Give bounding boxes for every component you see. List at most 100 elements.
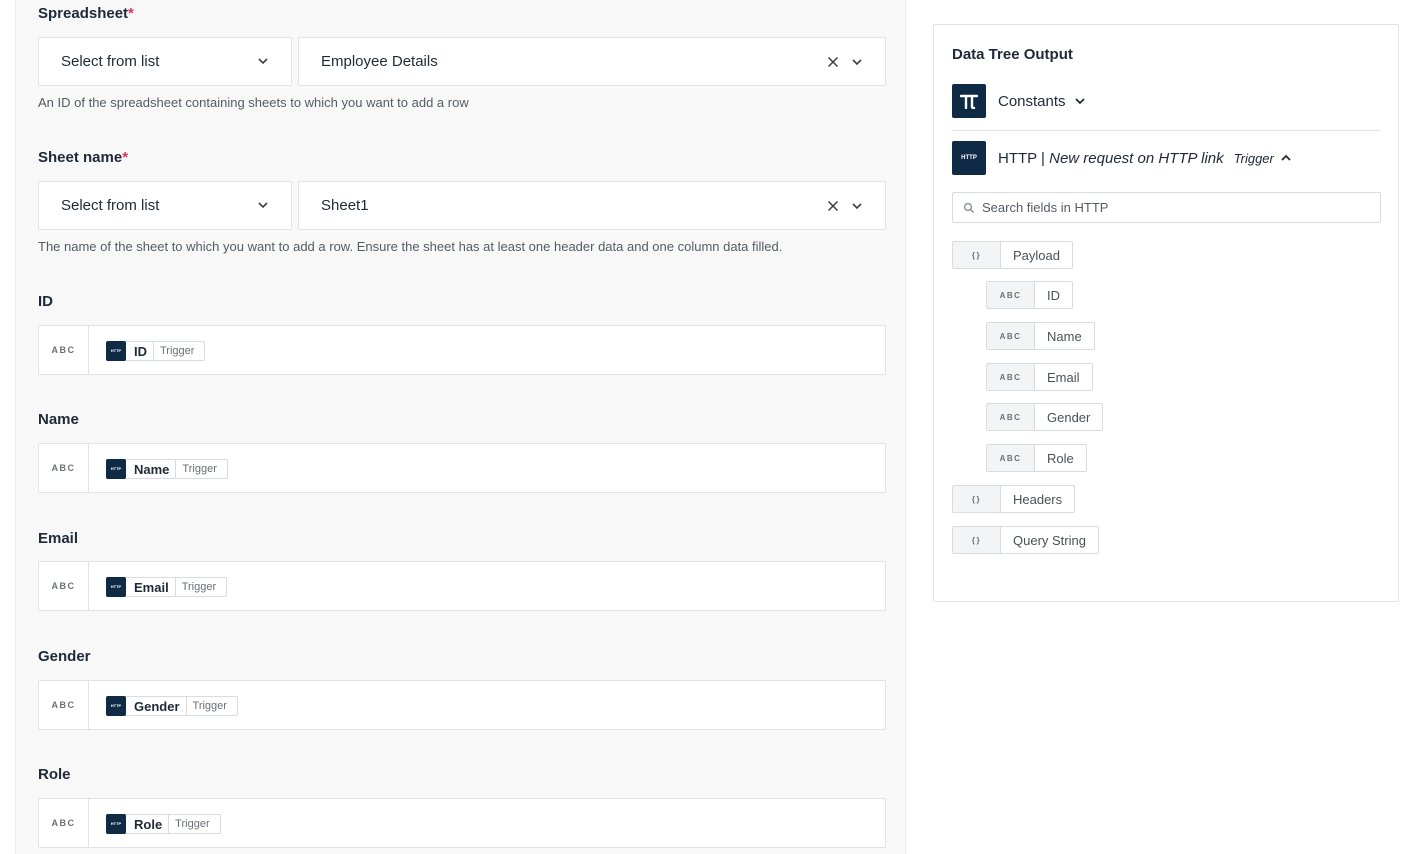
search-fields-input[interactable] xyxy=(982,193,1372,222)
text-type-icon: ABC xyxy=(39,326,89,374)
object-type-icon: {} xyxy=(953,242,1001,268)
search-icon xyxy=(963,202,974,213)
divider xyxy=(952,130,1380,131)
required-marker: * xyxy=(122,149,129,166)
chevron-up-icon[interactable] xyxy=(1280,152,1292,164)
http-icon: HTTP xyxy=(106,458,126,479)
chevron-down-icon xyxy=(258,202,268,209)
spreadsheet-help-text: An ID of the spreadsheet containing shee… xyxy=(38,95,469,110)
sheet-name-mode-select[interactable]: Select from list xyxy=(38,181,292,230)
tree-node-query-string[interactable]: {} Query String xyxy=(952,526,1099,554)
gender-field-input[interactable]: ABC HTTP Gender Trigger xyxy=(38,680,886,730)
constants-label: Constants xyxy=(998,92,1066,110)
text-type-icon: ABC xyxy=(987,404,1035,430)
data-tree-title: Data Tree Output xyxy=(952,46,1073,63)
http-icon: HTTP xyxy=(952,141,986,175)
tree-node-label: Gender xyxy=(1047,409,1091,425)
tree-node-name[interactable]: ABC Name xyxy=(986,322,1095,350)
clear-icon[interactable] xyxy=(827,200,839,212)
name-field-label: Name xyxy=(38,411,79,428)
email-field-label: Email xyxy=(38,530,79,547)
text-type-icon: ABC xyxy=(987,323,1035,349)
sheet-name-help-text: The name of the sheet to which you want … xyxy=(38,239,783,254)
id-field-label: ID xyxy=(38,293,53,310)
spreadsheet-label: Spreadsheet* xyxy=(38,5,134,22)
http-source-prefix: HTTP | xyxy=(998,149,1050,167)
sheet-name-mode-text: Select from list xyxy=(61,197,160,214)
text-type-icon: ABC xyxy=(39,444,89,492)
sheet-name-label-text: Sheet name xyxy=(38,149,123,166)
token-tag: Trigger xyxy=(153,342,204,360)
spreadsheet-mode-select[interactable]: Select from list xyxy=(38,37,292,86)
pi-icon xyxy=(952,84,986,118)
clear-icon[interactable] xyxy=(827,56,839,68)
spreadsheet-mode-text: Select from list xyxy=(61,53,160,70)
text-type-icon: ABC xyxy=(987,445,1035,471)
tree-node-gender[interactable]: ABC Gender xyxy=(986,403,1104,431)
spreadsheet-label-text: Spreadsheet xyxy=(38,5,129,22)
tree-node-id[interactable]: ABC ID xyxy=(986,281,1073,309)
tree-node-label: Payload xyxy=(1013,247,1060,263)
role-field-input[interactable]: ABC HTTP Role Trigger xyxy=(38,798,886,848)
chevron-down-icon[interactable] xyxy=(851,200,863,212)
email-token-pill[interactable]: HTTP Email Trigger xyxy=(106,576,228,597)
tree-node-label: ID xyxy=(1047,287,1060,303)
email-field-input[interactable]: ABC HTTP Email Trigger xyxy=(38,561,886,611)
sheet-name-label: Sheet name* xyxy=(38,149,128,166)
tree-node-headers[interactable]: {} Headers xyxy=(952,485,1076,513)
http-icon: HTTP xyxy=(106,695,126,716)
action-config-panel: Spreadsheet* Select from list Employee D… xyxy=(15,0,906,854)
role-token-pill[interactable]: HTTP Role Trigger xyxy=(106,813,221,834)
search-fields-box xyxy=(952,192,1381,223)
data-tree-panel: Data Tree Output Constants HTTP HTTP | N… xyxy=(933,24,1399,602)
http-icon-text: HTTP xyxy=(961,155,977,161)
gender-field-label: Gender xyxy=(38,648,91,665)
tree-node-label: Query String xyxy=(1013,532,1086,548)
chevron-down-icon[interactable] xyxy=(851,56,863,68)
token-tag: Trigger xyxy=(175,460,226,478)
text-type-icon: ABC xyxy=(39,562,89,610)
http-trigger-tag: Trigger xyxy=(1233,150,1274,166)
chevron-down-icon xyxy=(258,58,268,65)
http-source[interactable]: HTTP HTTP | New request on HTTP link Tri… xyxy=(952,141,1292,175)
token-name: Role xyxy=(134,816,163,832)
token-tag: Trigger xyxy=(168,815,219,833)
tree-node-label: Role xyxy=(1047,450,1074,466)
http-source-event: New request on HTTP link xyxy=(1049,149,1224,167)
object-type-icon: {} xyxy=(953,486,1001,512)
token-tag: Trigger xyxy=(174,578,226,596)
http-icon: HTTP xyxy=(106,340,126,361)
text-type-icon: ABC xyxy=(39,681,89,729)
token-tag: Trigger xyxy=(185,697,237,715)
tree-node-label: Headers xyxy=(1013,491,1063,507)
chevron-down-icon[interactable] xyxy=(1074,95,1086,107)
gender-token-pill[interactable]: HTTP Gender Trigger xyxy=(106,695,238,716)
sheet-name-value-select[interactable]: Sheet1 xyxy=(298,181,886,230)
token-name: Gender xyxy=(134,698,180,714)
http-icon: HTTP xyxy=(106,576,126,597)
spreadsheet-value-text: Employee Details xyxy=(321,53,438,70)
tree-node-payload[interactable]: {} Payload xyxy=(952,241,1073,269)
tree-node-role[interactable]: ABC Role xyxy=(986,444,1087,472)
text-type-icon: ABC xyxy=(987,282,1035,308)
constants-source[interactable]: Constants xyxy=(952,84,1086,118)
id-token-pill[interactable]: HTTP ID Trigger xyxy=(106,340,206,361)
text-type-icon: ABC xyxy=(39,799,89,847)
http-icon: HTTP xyxy=(106,813,126,834)
token-name: ID xyxy=(134,343,147,359)
tree-node-label: Name xyxy=(1047,328,1082,344)
required-marker: * xyxy=(128,5,134,22)
object-type-icon: {} xyxy=(953,527,1001,553)
name-field-input[interactable]: ABC HTTP Name Trigger xyxy=(38,443,886,493)
id-field-input[interactable]: ABC HTTP ID Trigger xyxy=(38,325,886,375)
name-token-pill[interactable]: HTTP Name Trigger xyxy=(106,458,228,479)
tree-node-label: Email xyxy=(1047,369,1080,385)
role-field-label: Role xyxy=(38,766,71,783)
sheet-name-value-text: Sheet1 xyxy=(321,197,369,214)
http-source-label: HTTP | New request on HTTP link xyxy=(998,150,1224,167)
text-type-icon: ABC xyxy=(987,364,1035,390)
spreadsheet-value-select[interactable]: Employee Details xyxy=(298,37,886,86)
tree-node-email[interactable]: ABC Email xyxy=(986,363,1093,391)
token-name: Name xyxy=(134,461,170,477)
token-name: Email xyxy=(134,579,169,595)
